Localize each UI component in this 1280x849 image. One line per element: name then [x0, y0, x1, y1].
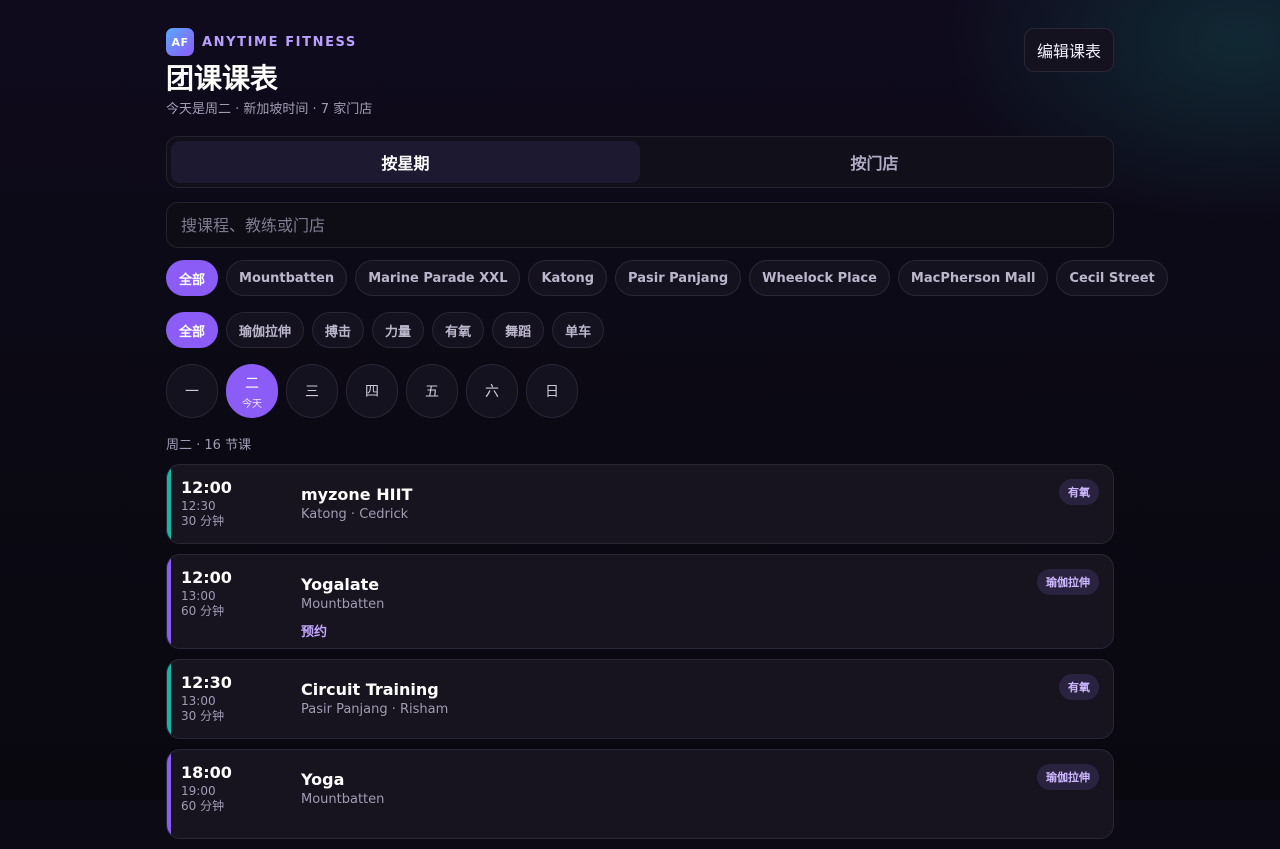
day-button[interactable]: 四	[346, 364, 398, 418]
class-list: 12:00 12:30 30 分钟 myzone HIIT Katong · Cedri…	[166, 464, 1114, 849]
day-label: 四	[365, 384, 379, 400]
day-label: 一	[185, 384, 199, 400]
category-accent-bar	[167, 555, 171, 648]
search-box	[166, 202, 1114, 248]
end-time: 13:00	[181, 589, 216, 603]
start-time: 12:00	[181, 568, 232, 587]
page-container: AF ANYTIME FITNESS 团课课表 今天是周二 · 新加坡时间 · …	[166, 28, 1168, 839]
search-input[interactable]	[181, 215, 1099, 235]
brand-logo: AF	[166, 28, 194, 56]
end-time: 19:00	[181, 784, 216, 798]
store-filter-chip[interactable]: Mountbatten	[226, 260, 348, 296]
type-filter-chip[interactable]: 全部	[166, 312, 219, 348]
class-card[interactable]: 12:00 12:30 30 分钟 myzone HIIT Katong · Cedri…	[166, 464, 1114, 544]
type-filter-chip[interactable]: 舞蹈	[492, 312, 545, 348]
weekday-selector: 一 二今天 三 四 五 六 日	[166, 364, 578, 418]
class-times: 18:00 19:00 60 分钟	[181, 763, 291, 814]
day-label: 五	[425, 384, 439, 400]
tab-by-store[interactable]: 按门店	[640, 141, 1109, 183]
category-tag: 有氧	[1059, 674, 1099, 700]
day-button[interactable]: 一	[166, 364, 218, 418]
day-label: 日	[545, 384, 559, 400]
class-times: 12:30 13:00 30 分钟	[181, 673, 291, 724]
category-accent-bar	[167, 750, 171, 838]
duration: 60 分钟	[181, 799, 225, 813]
day-button[interactable]: 日	[526, 364, 578, 418]
class-card[interactable]: 12:30 13:00 30 分钟 Circuit Training Pasir Pan…	[166, 659, 1114, 739]
class-name: myzone HIIT	[301, 485, 413, 504]
class-location-instructor: Mountbatten	[301, 792, 385, 807]
category-accent-bar	[167, 660, 171, 738]
store-filter-chip[interactable]: Pasir Panjang	[615, 260, 742, 296]
category-tag: 瑜伽拉伸	[1037, 764, 1099, 790]
store-filter-chip[interactable]: 全部	[166, 260, 219, 296]
start-time: 18:00	[181, 763, 232, 782]
today-label: 今天	[242, 398, 262, 410]
brand-name: ANYTIME FITNESS	[202, 34, 357, 50]
class-info: myzone HIIT Katong · Cedrick	[301, 485, 983, 523]
day-button[interactable]: 六	[466, 364, 518, 418]
store-filter-chip[interactable]: Wheelock Place	[749, 260, 890, 296]
type-filter-chip[interactable]: 搏击	[312, 312, 365, 348]
class-times: 12:00 13:00 60 分钟	[181, 568, 291, 619]
day-button[interactable]: 三	[286, 364, 338, 418]
class-card[interactable]: 12:00 13:00 60 分钟 Yogalate Mountbatten 预约 瑜伽拉伸	[166, 554, 1114, 649]
day-label: 二	[245, 375, 259, 392]
view-switcher: 按星期 按门店	[166, 136, 1114, 188]
book-link[interactable]: 预约	[301, 621, 327, 640]
duration: 30 分钟	[181, 514, 225, 528]
class-info: Yoga Mountbatten	[301, 770, 983, 808]
type-filter-chip[interactable]: 有氧	[432, 312, 485, 348]
start-time: 12:00	[181, 478, 232, 497]
duration: 30 分钟	[181, 709, 225, 723]
class-location-instructor: Mountbatten	[301, 597, 385, 612]
type-filter-chip[interactable]: 瑜伽拉伸	[226, 312, 305, 348]
class-name: Yoga	[301, 770, 345, 789]
start-time: 12:30	[181, 673, 232, 692]
store-filter-chip[interactable]: MacPherson Mall	[897, 260, 1049, 296]
day-button[interactable]: 二今天	[226, 364, 278, 418]
type-filter-chip[interactable]: 力量	[372, 312, 425, 348]
category-tag: 有氧	[1059, 479, 1099, 505]
class-name: Circuit Training	[301, 680, 439, 699]
store-filter-chip[interactable]: Marine Parade XXL	[355, 260, 521, 296]
class-location-instructor: Pasir Panjang · Risham	[301, 702, 449, 717]
page-subtitle: 今天是周二 · 新加坡时间 · 7 家门店	[166, 102, 373, 117]
store-filter-chip[interactable]: Katong	[528, 260, 608, 296]
class-count: 周二 · 16 节课	[166, 438, 252, 453]
edit-schedule-button[interactable]: 编辑课表	[1023, 28, 1114, 72]
category-accent-bar	[167, 465, 171, 543]
day-label: 六	[485, 384, 499, 400]
brand: AF ANYTIME FITNESS	[166, 28, 1114, 56]
class-location-instructor: Katong · Cedrick	[301, 507, 409, 522]
class-card[interactable]: 18:00 19:00 60 分钟 Yoga Mountbatten 瑜伽拉伸	[166, 749, 1114, 839]
type-filter-chip[interactable]: 单车	[552, 312, 605, 348]
store-filter-row: 全部 Mountbatten Marine Parade XXL Katong Pasi…	[166, 260, 1168, 296]
tab-by-weekday[interactable]: 按星期	[171, 141, 640, 183]
day-label: 三	[305, 384, 319, 400]
end-time: 13:00	[181, 694, 216, 708]
category-tag: 瑜伽拉伸	[1037, 569, 1099, 595]
class-name: Yogalate	[301, 575, 380, 594]
end-time: 12:30	[181, 499, 216, 513]
page-title: 团课课表	[166, 62, 279, 95]
class-info: Circuit Training Pasir Panjang · Risham	[301, 680, 983, 718]
class-info: Yogalate Mountbatten 预约	[301, 575, 983, 640]
class-times: 12:00 12:30 30 分钟	[181, 478, 291, 529]
day-button[interactable]: 五	[406, 364, 458, 418]
store-filter-chip[interactable]: Cecil Street	[1056, 260, 1168, 296]
duration: 60 分钟	[181, 604, 225, 618]
type-filter-row: 全部 瑜伽拉伸 搏击 力量 有氧 舞蹈 单车	[166, 312, 605, 348]
